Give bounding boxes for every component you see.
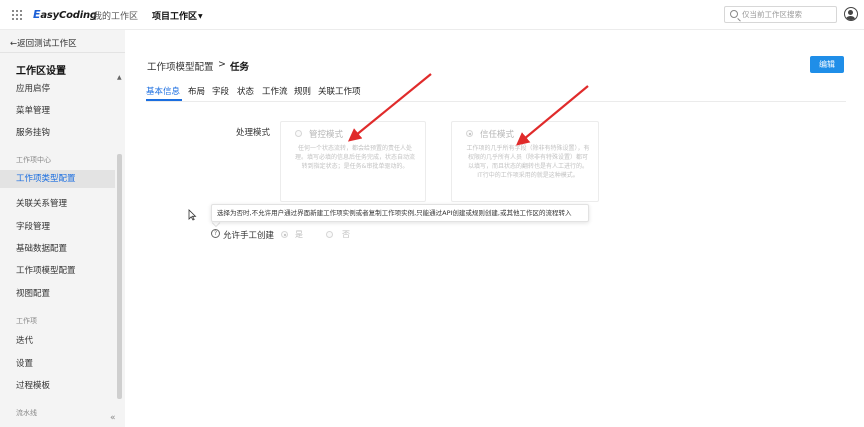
- process-mode-label: 处理模式: [236, 128, 271, 138]
- sidebar-item-menu-management[interactable]: 菜单管理: [16, 104, 50, 116]
- edit-button[interactable]: 编辑: [810, 56, 844, 73]
- sidebar-item-field-management[interactable]: 字段管理: [16, 220, 50, 232]
- mode-title-trust: 信任模式: [480, 130, 515, 140]
- sidebar-item-process-template[interactable]: 过程模板: [16, 379, 50, 391]
- tab-layout[interactable]: 布局: [188, 85, 205, 97]
- radio-allow-no-label[interactable]: 否: [342, 229, 350, 240]
- breadcrumb-parent[interactable]: 工作项模型配置: [147, 59, 214, 73]
- sidebar-group-workitem-center: 工作项中心: [16, 156, 51, 164]
- back-to-workspace-link[interactable]: ←返回测试工作区: [10, 37, 77, 49]
- sidebar-divider: [0, 52, 125, 53]
- sidebar-item-app-toggle[interactable]: 应用启停: [16, 82, 50, 94]
- tab-basic-info[interactable]: 基本信息: [146, 85, 180, 97]
- search-box[interactable]: [724, 6, 837, 23]
- radio-controlled-mode[interactable]: [295, 130, 302, 137]
- tab-fields[interactable]: 字段: [212, 85, 229, 97]
- tab-rules[interactable]: 规则: [294, 85, 311, 97]
- breadcrumb-separator: >: [218, 59, 226, 70]
- tabs-divider: [146, 101, 846, 102]
- sidebar-item-view-config[interactable]: 视图配置: [16, 287, 50, 299]
- search-input[interactable]: [742, 8, 834, 21]
- sidebar-group-workitem: 工作项: [16, 317, 37, 325]
- nav-project-workspace[interactable]: 项目工作区▼: [152, 9, 203, 22]
- page-title: 任务: [230, 62, 250, 73]
- caret-down-icon: ▼: [198, 13, 203, 20]
- app-grid-icon[interactable]: [12, 10, 22, 20]
- allow-manual-create-label: 允许手工创建: [223, 231, 275, 241]
- mode-desc-trust: 工作项的几乎所有字段（除非有特殊设置），有权限的几乎所有人员（除非有特殊设置）都…: [466, 145, 590, 179]
- mode-title-controlled: 管控模式: [309, 130, 344, 140]
- user-avatar-icon[interactable]: [844, 7, 858, 21]
- tab-status[interactable]: 状态: [237, 85, 254, 97]
- radio-trust-mode[interactable]: [466, 130, 473, 137]
- sidebar-item-settings[interactable]: 设置: [16, 357, 33, 369]
- scrollbar-thumb[interactable]: [117, 154, 122, 399]
- mode-desc-controlled: 任何一个状态流转，都会给预置的责任人处理。填写必填的信息后任务完成，状态自动流转…: [295, 145, 416, 170]
- sidebar-item-relation-management[interactable]: 关联关系管理: [16, 197, 67, 209]
- tab-related-workitems[interactable]: 关联工作项: [318, 85, 361, 97]
- sidebar-title: 工作区设置: [16, 66, 66, 77]
- allow-manual-tooltip: 选择为否时,不允许用户通过界面新建工作项实例或者复制工作项实例,只能通过API创…: [211, 204, 589, 222]
- mode-card-controlled[interactable]: 管控模式 任何一个状态流转，都会给预置的责任人处理。填写必填的信息后任务完成，状…: [280, 121, 426, 202]
- sidebar-item-service-hooks[interactable]: 服务挂钩: [16, 126, 50, 138]
- logo[interactable]: EasyCoding: [33, 8, 97, 21]
- radio-allow-yes-label[interactable]: 是: [295, 229, 303, 240]
- top-bar: EasyCoding 我的工作区 项目工作区▼: [0, 0, 864, 30]
- collapse-sidebar-icon[interactable]: «: [110, 413, 116, 423]
- sidebar-group-pipeline: 流水线: [16, 409, 37, 417]
- mode-card-trust[interactable]: 信任模式 工作项的几乎所有字段（除非有特殊设置），有权限的几乎所有人员（除非有特…: [451, 121, 599, 202]
- sidebar-item-workitem-model-config[interactable]: 工作项模型配置: [16, 264, 76, 276]
- tab-workflow[interactable]: 工作流: [262, 85, 288, 97]
- search-icon: [730, 10, 738, 18]
- radio-allow-no[interactable]: [326, 231, 333, 238]
- sidebar-item-iteration[interactable]: 迭代: [16, 334, 33, 346]
- help-icon[interactable]: ?: [211, 229, 220, 238]
- nav-my-workspace[interactable]: 我的工作区: [93, 9, 138, 22]
- scroll-up-icon[interactable]: ▲: [117, 74, 122, 81]
- sidebar-item-base-data-config[interactable]: 基础数据配置: [16, 242, 67, 254]
- mouse-cursor-icon: [188, 209, 197, 221]
- sidebar-item-workitem-type-config[interactable]: 工作项类型配置: [0, 170, 115, 188]
- radio-allow-yes[interactable]: [281, 231, 288, 238]
- sidebar: ←返回测试工作区 工作区设置 应用启停 菜单管理 服务挂钩 工作项中心 工作项类…: [0, 30, 125, 427]
